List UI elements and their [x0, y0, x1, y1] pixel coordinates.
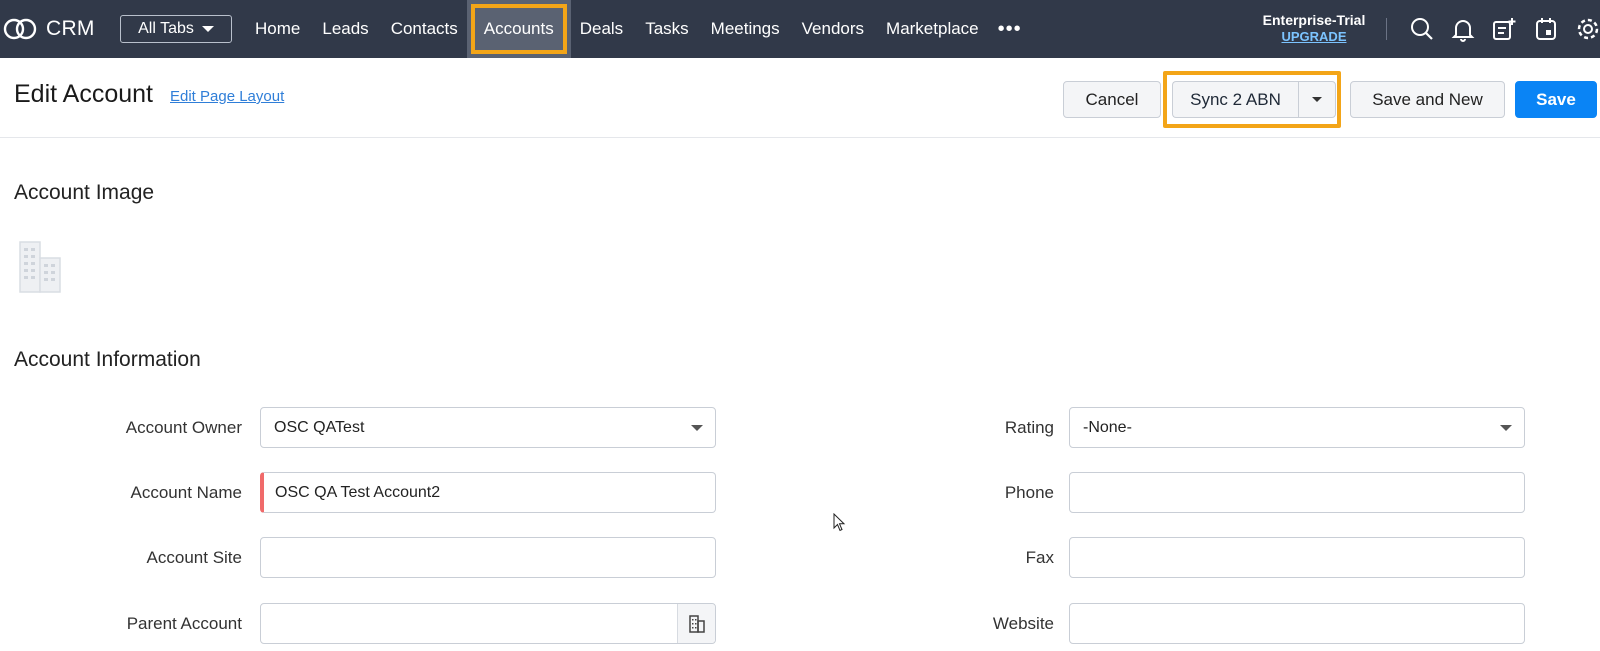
- tab-tasks[interactable]: Tasks: [634, 0, 699, 58]
- account-name-label: Account Name: [130, 483, 243, 502]
- phone-label: Phone: [1004, 483, 1054, 502]
- module-tabs: Home Leads Contacts Accounts Deals Tasks…: [244, 0, 1022, 58]
- page-title: Edit Account: [14, 80, 153, 108]
- chevron-down-icon: [1312, 97, 1322, 102]
- divider: [1386, 18, 1387, 40]
- account-owner-select[interactable]: OSC QATest: [260, 407, 716, 448]
- account-name-input[interactable]: OSC QA Test Account2: [260, 472, 716, 513]
- account-owner-label: Account Owner: [125, 418, 242, 437]
- plan-label: Enterprise-Trial: [1262, 12, 1366, 28]
- calendar-icon[interactable]: [1533, 16, 1559, 42]
- website-label: Website: [992, 614, 1054, 633]
- top-nav-bar: CRM All Tabs Home Leads Contacts Account…: [0, 0, 1600, 58]
- note-add-icon[interactable]: [1491, 16, 1517, 42]
- rating-select[interactable]: -None-: [1069, 407, 1525, 448]
- crm-logo[interactable]: CRM: [2, 15, 106, 43]
- tab-marketplace[interactable]: Marketplace: [875, 0, 990, 58]
- save-button[interactable]: Save: [1515, 81, 1597, 118]
- save-and-new-button[interactable]: Save and New: [1350, 81, 1505, 118]
- tab-accounts[interactable]: Accounts: [466, 0, 571, 58]
- cancel-button[interactable]: Cancel: [1063, 81, 1161, 118]
- chevron-down-icon: [691, 425, 703, 431]
- account-image-placeholder[interactable]: [16, 238, 68, 296]
- plan-info: Enterprise-Trial UPGRADE: [1256, 12, 1372, 44]
- rating-value: -None-: [1083, 418, 1132, 436]
- gear-icon[interactable]: [1575, 16, 1600, 42]
- all-tabs-dropdown[interactable]: All Tabs: [120, 15, 232, 43]
- tab-leads[interactable]: Leads: [311, 0, 379, 58]
- fax-input[interactable]: [1069, 537, 1525, 578]
- tab-home[interactable]: Home: [244, 0, 311, 58]
- tab-deals[interactable]: Deals: [569, 0, 634, 58]
- account-lookup-button[interactable]: [677, 604, 715, 643]
- account-image-heading: Account Image: [14, 181, 155, 204]
- parent-account-input[interactable]: [260, 603, 716, 644]
- account-site-label: Account Site: [146, 548, 242, 567]
- page-header: Edit Account Edit Page Layout Cancel Syn…: [0, 58, 1600, 138]
- chevron-down-icon: [1500, 425, 1512, 431]
- building-lookup-icon: [688, 614, 705, 633]
- website-input[interactable]: [1069, 603, 1525, 644]
- parent-account-label: Parent Account: [126, 614, 242, 633]
- search-icon[interactable]: [1409, 16, 1435, 42]
- tab-vendors[interactable]: Vendors: [791, 0, 875, 58]
- building-icon: [19, 241, 61, 293]
- edit-page-layout-link[interactable]: Edit Page Layout: [170, 88, 284, 105]
- fax-label: Fax: [1025, 548, 1054, 567]
- account-information-heading: Account Information: [14, 348, 201, 371]
- tab-meetings[interactable]: Meetings: [700, 0, 791, 58]
- phone-input[interactable]: [1069, 472, 1525, 513]
- more-tabs-button[interactable]: •••: [998, 18, 1022, 41]
- tab-contacts[interactable]: Contacts: [380, 0, 469, 58]
- account-name-value: OSC QA Test Account2: [275, 483, 441, 501]
- account-owner-value: OSC QATest: [274, 418, 365, 436]
- crm-logo-icon: [3, 18, 37, 40]
- chevron-down-icon: [201, 26, 214, 32]
- sync-abn-button[interactable]: Sync 2 ABN: [1172, 81, 1298, 118]
- upgrade-link[interactable]: UPGRADE: [1256, 29, 1372, 44]
- all-tabs-label: All Tabs: [138, 20, 194, 37]
- mouse-cursor-icon: [833, 513, 846, 532]
- sync-options-dropdown[interactable]: [1298, 81, 1336, 118]
- bell-icon[interactable]: [1450, 16, 1476, 42]
- rating-label: Rating: [1004, 418, 1054, 437]
- account-site-input[interactable]: [260, 537, 716, 578]
- app-name: CRM: [46, 17, 95, 40]
- sync-button-group: Sync 2 ABN: [1163, 71, 1341, 128]
